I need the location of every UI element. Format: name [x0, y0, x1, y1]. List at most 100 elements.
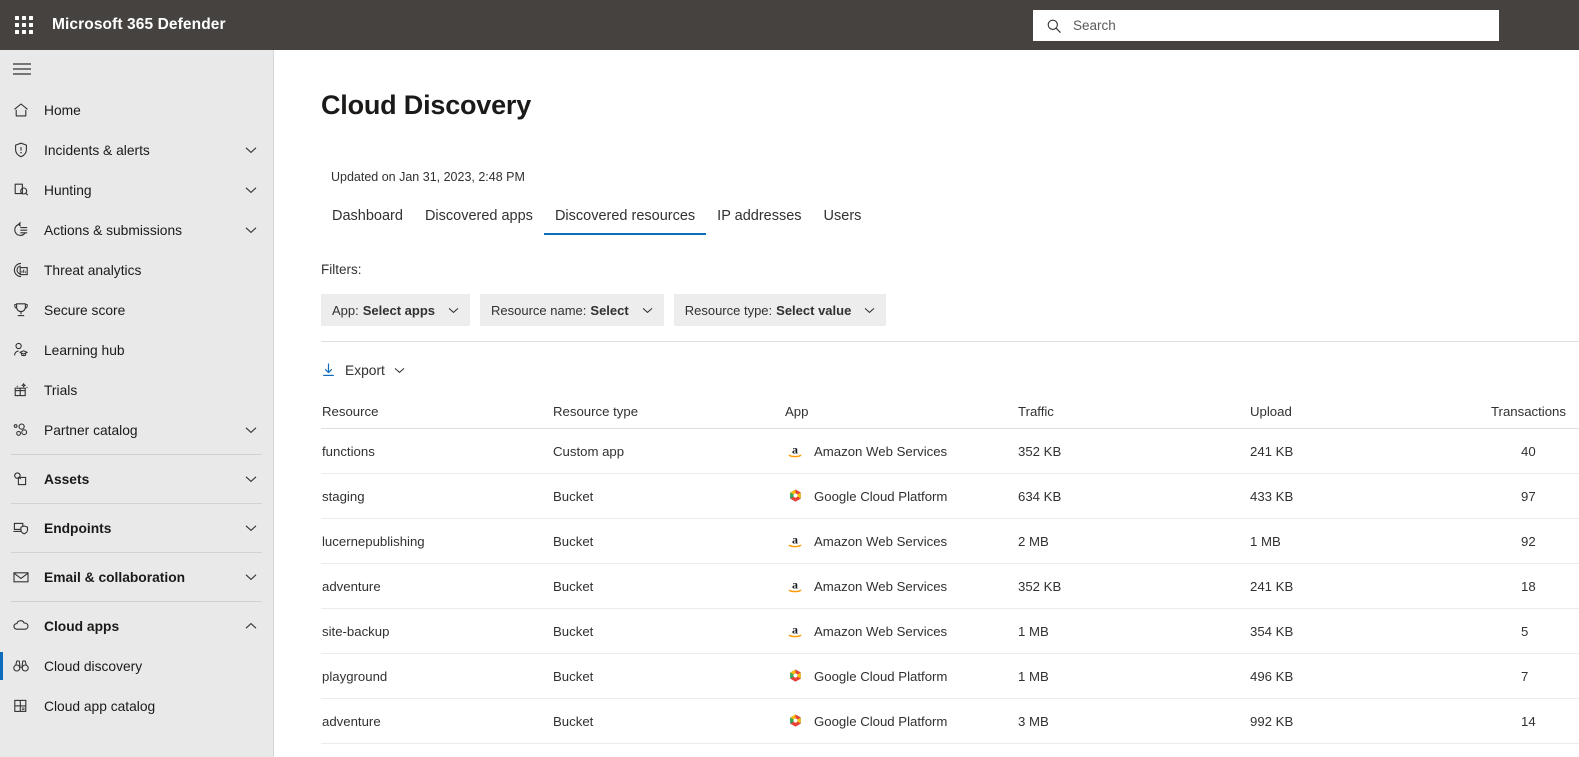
sidebar-item-threat-analytics[interactable]: Threat analytics: [0, 250, 273, 290]
chevron-down-icon[interactable]: [243, 186, 259, 194]
svg-text:a: a: [792, 578, 798, 592]
main-content: Cloud Discovery Updated on Jan 31, 2023,…: [275, 50, 1579, 757]
actions-icon: [12, 221, 40, 239]
table-body: functions Custom app a Amazon Web Servic…: [321, 429, 1579, 744]
aws-icon: a: [785, 441, 805, 461]
sidebar-item-actions-submissions[interactable]: Actions & submissions: [0, 210, 273, 250]
cell-resource: functions: [322, 443, 375, 459]
sidebar-item-label: Cloud app catalog: [44, 698, 156, 714]
sidebar-item-email-collaboration[interactable]: Email & collaboration: [0, 557, 273, 597]
cell-app: Google Cloud Platform: [785, 486, 1018, 506]
cell-app: a Amazon Web Services: [785, 621, 1018, 641]
export-label: Export: [345, 362, 385, 378]
cell-transactions: 7: [1521, 668, 1529, 684]
cell-traffic: 3 MB: [1018, 713, 1049, 729]
hunting-icon: [12, 181, 40, 199]
tab-discovered-apps[interactable]: Discovered apps: [414, 202, 544, 235]
cell-app: a Amazon Web Services: [785, 531, 1018, 551]
sidebar-item-label: Learning hub: [44, 342, 125, 358]
sidebar-item-learning-hub[interactable]: Learning hub: [0, 330, 273, 370]
sidebar-item-endpoints[interactable]: Endpoints: [0, 508, 273, 548]
tab-users[interactable]: Users: [813, 202, 873, 235]
sidebar-item-cloud-discovery[interactable]: Cloud discovery: [0, 646, 273, 686]
svg-text:a: a: [792, 443, 798, 457]
column-header-app[interactable]: App: [785, 404, 1018, 419]
cell-transactions: 14: [1521, 713, 1536, 729]
table-row[interactable]: adventure Bucket Google Cloud Platform 3…: [321, 699, 1579, 744]
table-row[interactable]: lucernepublishing Bucket a Amazon Web Se…: [321, 519, 1579, 564]
cell-app: Google Cloud Platform: [785, 666, 1018, 686]
top-app-bar: Microsoft 365 Defender: [0, 0, 1579, 50]
filter-resource-type[interactable]: Resource type: Select value: [673, 294, 887, 326]
table-row[interactable]: playground Bucket Google Cloud Platform …: [321, 654, 1579, 699]
chevron-down-icon[interactable]: [243, 475, 259, 483]
tab-dashboard[interactable]: Dashboard: [321, 202, 414, 235]
cell-resource: site-backup: [322, 623, 390, 639]
cell-resource: adventure: [322, 578, 381, 594]
waffle-icon: [15, 16, 33, 34]
cell-app: a Amazon Web Services: [785, 441, 1018, 461]
sidebar-item-assets[interactable]: Assets: [0, 459, 273, 499]
sidebar-item-trials[interactable]: Trials: [0, 370, 273, 410]
cell-upload: 992 KB: [1250, 713, 1294, 729]
search-input[interactable]: [1065, 10, 1489, 41]
global-search[interactable]: [1033, 10, 1499, 41]
aws-icon: a: [785, 576, 805, 596]
tab-ip-addresses[interactable]: IP addresses: [706, 202, 812, 235]
chevron-down-icon: [642, 307, 653, 314]
learning-hub-icon: [12, 341, 40, 359]
cloud-icon: [12, 617, 40, 635]
app-launcher-button[interactable]: [0, 0, 48, 50]
filter-app[interactable]: App: Select apps: [321, 294, 471, 326]
table-row[interactable]: adventure Bucket a Amazon Web Services 3…: [321, 564, 1579, 609]
column-header-upload[interactable]: Upload: [1250, 404, 1483, 419]
cell-app-label: Amazon Web Services: [814, 578, 948, 594]
export-button[interactable]: Export: [321, 354, 405, 386]
sidebar-collapse-button[interactable]: [0, 50, 273, 88]
sidebar-item-list: Home Incidents & alerts Hunting Actions …: [0, 88, 273, 726]
shield-alert-icon: [12, 141, 40, 159]
sidebar-divider: [11, 601, 262, 602]
cell-resource-type: Bucket: [553, 533, 594, 549]
aws-icon: a: [785, 531, 805, 551]
svg-text:a: a: [792, 533, 798, 547]
gcp-icon: [785, 666, 805, 686]
table-row[interactable]: functions Custom app a Amazon Web Servic…: [321, 429, 1579, 474]
chevron-down-icon[interactable]: [243, 226, 259, 234]
column-header-resource-type[interactable]: Resource type: [553, 404, 785, 419]
filter-resource-name-key: Resource name:: [491, 302, 587, 318]
trophy-icon: [12, 301, 40, 319]
cell-resource-type: Custom app: [553, 443, 625, 459]
filter-resource-name-value: Select: [590, 302, 629, 318]
column-header-transactions[interactable]: Transactions: [1483, 404, 1579, 419]
filters-row: App: Select apps Resource name: Select R…: [321, 294, 887, 326]
cell-traffic: 2 MB: [1018, 533, 1049, 549]
column-header-traffic[interactable]: Traffic: [1018, 404, 1250, 419]
sidebar-item-label: Incidents & alerts: [44, 142, 150, 158]
cell-transactions: 18: [1521, 578, 1536, 594]
chevron-down-icon[interactable]: [243, 426, 259, 434]
chevron-down-icon[interactable]: [243, 573, 259, 581]
sidebar-item-cloud-app-catalog[interactable]: Cloud app catalog: [0, 686, 273, 726]
sidebar-item-secure-score[interactable]: Secure score: [0, 290, 273, 330]
sidebar-item-hunting[interactable]: Hunting: [0, 170, 273, 210]
chevron-up-icon[interactable]: [243, 622, 259, 630]
sidebar-item-cloud-apps[interactable]: Cloud apps: [0, 606, 273, 646]
page-title: Cloud Discovery: [321, 90, 532, 120]
table-row[interactable]: site-backup Bucket a Amazon Web Services…: [321, 609, 1579, 654]
download-icon: [321, 362, 336, 378]
chevron-down-icon[interactable]: [243, 524, 259, 532]
column-header-resource[interactable]: Resource: [321, 404, 553, 419]
sidebar-item-label: Hunting: [44, 182, 92, 198]
sidebar-item-home[interactable]: Home: [0, 90, 273, 130]
tab-discovered-resources[interactable]: Discovered resources: [543, 202, 707, 235]
chevron-down-icon[interactable]: [243, 146, 259, 154]
cell-traffic: 1 MB: [1018, 668, 1049, 684]
sidebar-item-label: Home: [44, 102, 81, 118]
sidebar-item-incidents-alerts[interactable]: Incidents & alerts: [0, 130, 273, 170]
table-row[interactable]: staging Bucket Google Cloud Platform 634…: [321, 474, 1579, 519]
filter-resource-name[interactable]: Resource name: Select: [480, 294, 664, 326]
gcp-icon: [785, 711, 805, 731]
sidebar-item-partner-catalog[interactable]: Partner catalog: [0, 410, 273, 450]
cell-transactions: 5: [1521, 623, 1529, 639]
